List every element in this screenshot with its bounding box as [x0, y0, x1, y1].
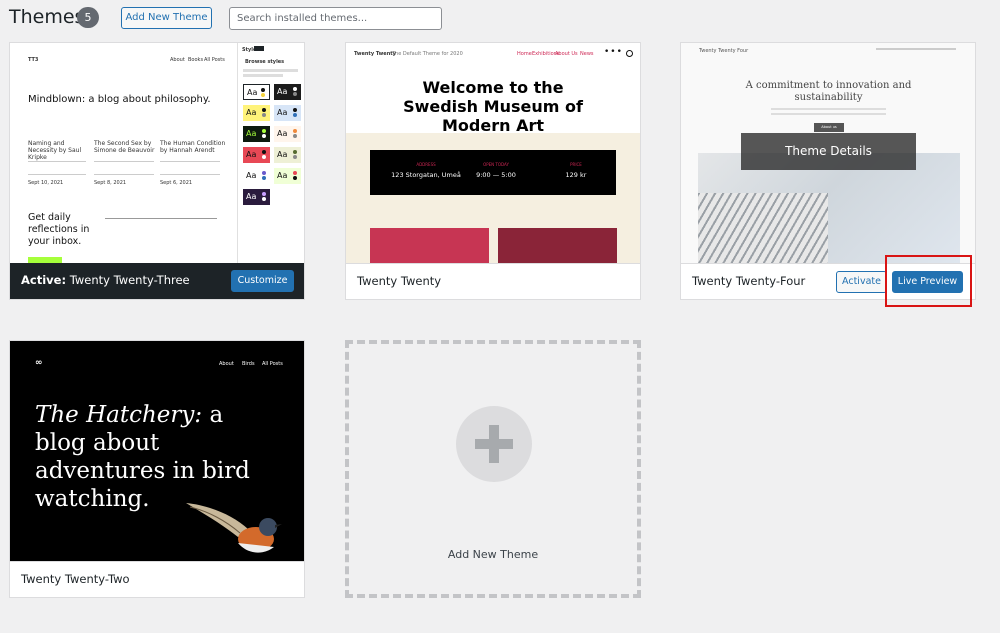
- theme-name: Twenty Twenty-Four: [692, 274, 806, 288]
- search-icon: [626, 50, 633, 57]
- theme-name: Active: Twenty Twenty-Three: [21, 273, 190, 287]
- menu-icon: •••: [604, 47, 623, 57]
- logo-icon: ∞: [35, 358, 43, 368]
- theme-actions-bar: Twenty Twenty: [346, 263, 640, 299]
- customize-button[interactable]: Customize: [231, 270, 294, 292]
- add-new-theme-button[interactable]: Add New Theme: [121, 7, 212, 29]
- theme-screenshot[interactable]: Twenty Twenty The Default Theme for 2020…: [346, 43, 640, 263]
- add-new-theme-card[interactable]: Add New Theme: [345, 340, 641, 598]
- theme-actions-bar: Active: Twenty Twenty-Three Customize: [10, 263, 304, 299]
- theme-count-badge: 5: [77, 7, 99, 28]
- search-input[interactable]: [229, 7, 442, 30]
- highlight-box: [885, 255, 972, 307]
- theme-name: Twenty Twenty: [357, 274, 442, 288]
- theme-name: Twenty Twenty-Two: [21, 572, 130, 586]
- theme-card-twenty-twenty[interactable]: Twenty Twenty The Default Theme for 2020…: [345, 42, 641, 300]
- add-new-theme-label: Add New Theme: [447, 548, 539, 561]
- page-title: Themes: [9, 6, 85, 28]
- bird-illustration: [186, 503, 282, 553]
- theme-screenshot[interactable]: TT3 About Books All Posts Mindblown: a b…: [10, 43, 304, 263]
- plus-icon: [456, 406, 532, 482]
- theme-actions-bar: Twenty Twenty-Two: [10, 561, 304, 597]
- activate-button[interactable]: Activate: [836, 271, 887, 293]
- theme-card-twenty-twenty-two[interactable]: ∞ About Birds All Posts The Hatchery: a …: [9, 340, 305, 598]
- style-swatch: Aa: [247, 88, 258, 97]
- theme-card-twenty-twenty-three[interactable]: TT3 About Books All Posts Mindblown: a b…: [9, 42, 305, 300]
- theme-screenshot[interactable]: ∞ About Birds All Posts The Hatchery: a …: [10, 341, 304, 561]
- theme-screenshot[interactable]: Twenty Twenty Four A commitment to innov…: [681, 43, 975, 263]
- theme-details-overlay[interactable]: Theme Details: [741, 133, 916, 170]
